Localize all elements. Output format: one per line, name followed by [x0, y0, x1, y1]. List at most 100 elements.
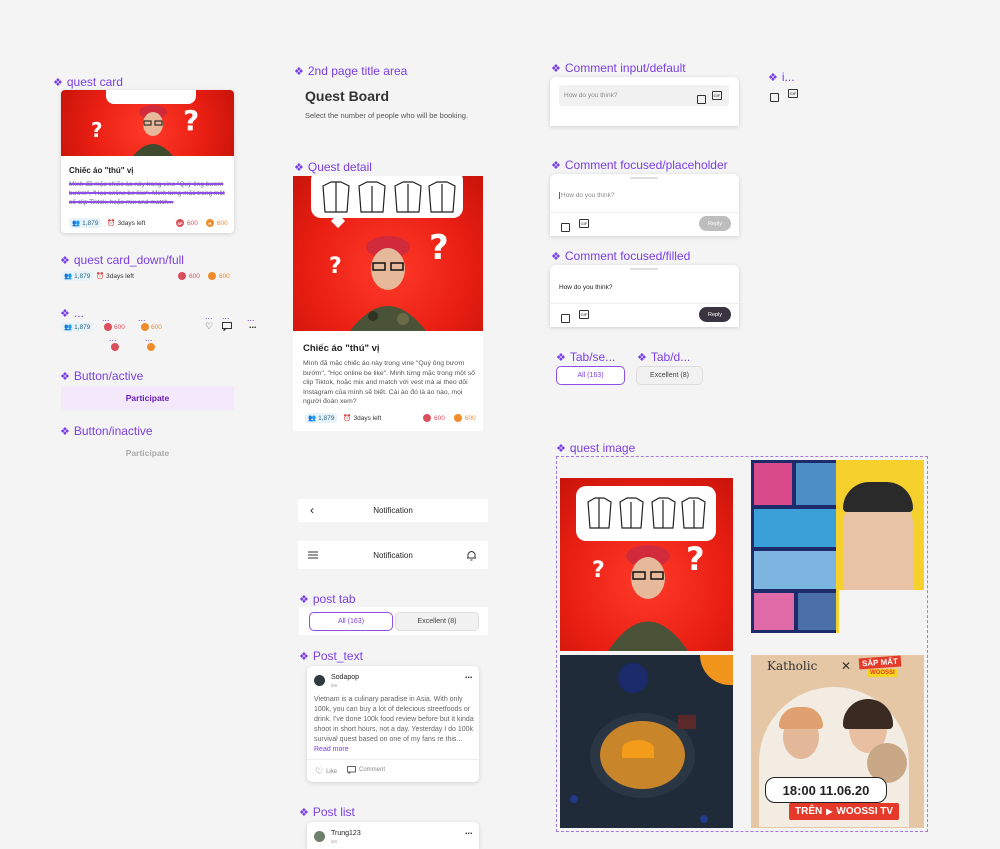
hamburger-icon[interactable] — [308, 551, 318, 559]
quest-card-title: Chiếc áo "thú" vị — [69, 166, 134, 175]
comment-button[interactable]: Comment — [347, 766, 385, 774]
comment-input-default: How do you think? GIF — [550, 77, 739, 126]
points: 600 600 — [178, 272, 230, 280]
post-user[interactable]: Trung123 — [331, 830, 361, 837]
days-left: ⏰ 3days left — [96, 272, 134, 281]
youtube-icon: ▶ — [826, 807, 833, 816]
quest-image-katholic[interactable]: Katholic ✕ SẮP MẤT WOOSSI 18:00 11.06.20… — [751, 655, 924, 828]
quest-card-image: ? ? — [61, 90, 234, 156]
quest-card[interactable]: ? ? Chiếc áo "thú" vị Mình đã mặc chiếc … — [61, 90, 234, 233]
days-left: ⏰ 3days left — [343, 414, 382, 423]
label-comment-default: ❖ Comment input/default — [551, 61, 686, 75]
comment-icon — [347, 766, 356, 774]
tab-all[interactable]: All (163) — [556, 366, 625, 385]
label-post-tab: ❖ post tab — [299, 592, 356, 606]
quest-image-food[interactable] — [560, 655, 733, 828]
label-quest-detail: ❖ Quest detail — [294, 160, 372, 174]
clock-icon: ⏰ — [107, 220, 116, 227]
quest-card-meta: 👥 1,879 ⏰ 3days left — [69, 218, 145, 228]
mini-participant-count: 👥 1,879 — [61, 322, 94, 332]
image-icon[interactable] — [770, 93, 779, 102]
label-quest-card: ❖ quest card — [53, 75, 123, 89]
label-tab-selected: ❖ Tab/se... — [556, 350, 616, 364]
person-figure — [608, 545, 688, 651]
label-i-dots: ❖ i... — [768, 70, 795, 84]
reply-button[interactable]: Reply — [699, 307, 731, 322]
heart-icon: ♡ — [315, 766, 324, 776]
comment-input[interactable]: How do you think? GIF — [559, 85, 729, 106]
jackets-illustration — [587, 497, 706, 529]
mini-sp-coin-icon — [111, 343, 119, 351]
person-figure — [350, 236, 426, 331]
more-icon[interactable]: ... — [249, 320, 257, 330]
quest-detail: ? ? Chiếc áo "thú" vị Mình đã mặc chiếc … — [293, 176, 483, 431]
h-coin-icon — [453, 414, 462, 422]
channel-banner: TRÊN ▶ WOOSSI TV — [789, 803, 900, 820]
quest-card-desc: Mình đã mặc chiếc áo này trong vine "Quý… — [69, 181, 225, 206]
mini-sp: 600 — [104, 323, 125, 331]
bell-icon[interactable] — [466, 549, 477, 561]
page-title: Quest Board — [305, 88, 390, 104]
label-tab-default: ❖ Tab/d... — [637, 350, 691, 364]
sp-coin-icon — [178, 272, 186, 280]
notification-header-menu: Notification — [298, 541, 488, 569]
gif-icon[interactable]: GIF — [712, 91, 722, 100]
tab-all[interactable]: All (163) — [309, 612, 393, 631]
post-body: Vietnam is a culinary paradise in Asia. … — [314, 696, 474, 753]
comment-icon[interactable] — [222, 322, 232, 331]
heart-icon[interactable]: ♡ — [205, 321, 213, 332]
post-tab-bar: All (163) Excellent (8) — [299, 607, 488, 635]
people-icon: 👥 — [72, 220, 81, 227]
person-figure — [133, 105, 173, 156]
read-more-link[interactable]: Read more — [314, 746, 349, 753]
notification-header-back: ‹ Notification — [298, 499, 488, 522]
page-subtitle: Select the number of people who will be … — [305, 111, 469, 120]
label-comment-focused-placeholder: ❖ Comment focused/placeholder — [551, 158, 728, 172]
label-button-inactive: ❖ Button/inactive — [60, 424, 153, 438]
comment-textarea[interactable]: How do you think? — [559, 284, 612, 291]
jackets-illustration — [322, 181, 456, 213]
image-icon[interactable] — [561, 223, 570, 232]
post-time: 2m — [331, 683, 338, 688]
reply-button-disabled[interactable]: Reply — [699, 216, 731, 231]
label-post-text: ❖ Post_text — [299, 649, 363, 663]
label-quest-card-down: ❖ quest card_down/full — [60, 253, 184, 267]
post-user[interactable]: Sodapop — [331, 674, 359, 681]
avatar[interactable] — [314, 831, 325, 842]
sp-coin-icon — [423, 414, 431, 422]
label-comment-focused-filled: ❖ Comment focused/filled — [551, 249, 691, 263]
post-menu-icon[interactable]: ... — [465, 826, 473, 836]
label-quest-image: ❖ quest image — [556, 441, 636, 455]
gif-icon[interactable]: GIF — [579, 219, 589, 228]
quest-detail-title: Chiếc áo "thú" vị — [303, 343, 380, 354]
quest-image-comic[interactable] — [751, 460, 924, 633]
quest-detail-image: ? ? — [293, 176, 483, 331]
quest-image-jackets[interactable]: ? ? — [560, 478, 733, 651]
back-chevron-icon[interactable]: ‹ — [310, 503, 314, 517]
post-list-card: Trung123 2m ... — [307, 822, 479, 849]
quest-card-points: SP 600 H 600 — [176, 219, 228, 227]
participate-button-inactive[interactable]: Participate — [61, 441, 234, 465]
mini-h-coin-icon — [147, 343, 155, 351]
participant-count: 👥 1,879 — [305, 413, 338, 423]
h-coin-icon — [207, 272, 216, 280]
participant-count: 👥 1,879 — [69, 218, 102, 228]
sp-coin-icon: SP — [176, 219, 184, 227]
like-button[interactable]: ♡ Like — [315, 766, 337, 777]
tab-excellent[interactable]: Excellent (8) — [395, 612, 479, 631]
tab-excellent[interactable]: Excellent (8) — [636, 366, 703, 385]
label-dots: ❖... — [60, 306, 84, 320]
image-icon[interactable] — [697, 95, 706, 104]
comment-textarea[interactable]: How do you think? — [559, 192, 614, 199]
post-menu-icon[interactable]: ... — [465, 670, 473, 680]
participate-button-active[interactable]: Participate — [61, 386, 234, 410]
quest-detail-meta: 👥 1,879 ⏰ 3days left — [305, 413, 381, 423]
gif-icon[interactable]: GIF — [579, 310, 589, 319]
gif-icon[interactable]: GIF — [788, 89, 798, 98]
quest-card-down: 👥 1,879 ⏰ 3days left 600 600 — [61, 271, 231, 283]
quest-detail-desc: Mình đã mặc chiếc áo này trong vine "Quý… — [303, 360, 475, 405]
comment-focused-placeholder: How do you think? GIF Reply — [550, 174, 739, 236]
post-time: 2m — [331, 839, 338, 844]
image-icon[interactable] — [561, 314, 570, 323]
avatar[interactable] — [314, 675, 325, 686]
